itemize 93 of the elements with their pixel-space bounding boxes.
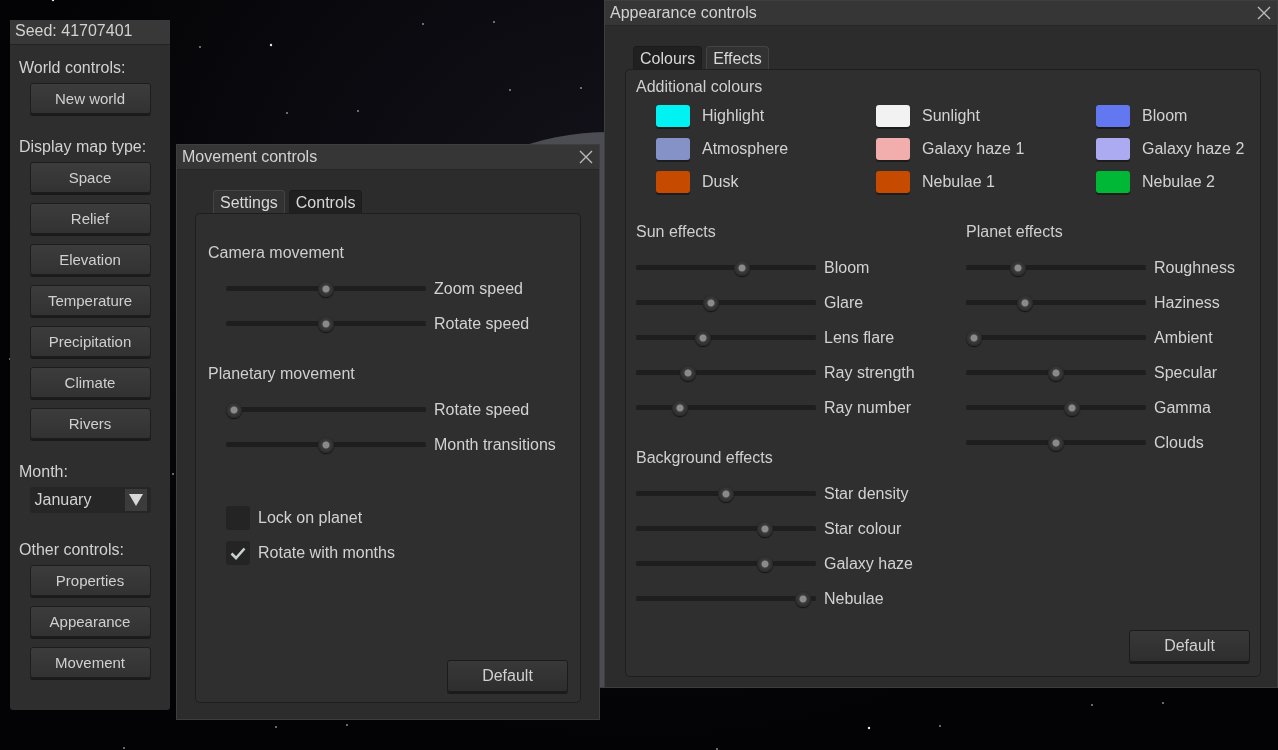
slider-thumb[interactable] bbox=[757, 555, 774, 572]
slider-label: Haziness bbox=[1154, 293, 1220, 312]
slider-thumb[interactable] bbox=[966, 329, 982, 346]
section-label: Display map type: bbox=[18, 138, 148, 156]
slider-thumb[interactable] bbox=[795, 590, 812, 607]
checkbox-label: Lock on planet bbox=[258, 509, 363, 527]
slider-label: Bloom bbox=[824, 258, 870, 277]
colour-label: Nebulae 2 bbox=[1142, 173, 1215, 191]
section-heading: Background effects bbox=[636, 449, 774, 467]
colour-label: Galaxy haze 1 bbox=[922, 140, 1025, 158]
sidebar-button[interactable]: Appearance bbox=[29, 606, 151, 637]
section-heading: Camera movement bbox=[208, 244, 346, 262]
slider-thumb[interactable] bbox=[1048, 364, 1064, 381]
slider-label: Star colour bbox=[824, 519, 902, 538]
checkbox[interactable] bbox=[226, 541, 250, 565]
colour-swatch[interactable] bbox=[876, 105, 910, 127]
slider-label: Clouds bbox=[1154, 433, 1204, 452]
tab[interactable]: Controls bbox=[288, 190, 363, 213]
seed-title: Seed: 41707401 bbox=[10, 20, 170, 45]
slider-thumb[interactable] bbox=[1064, 399, 1081, 416]
slider-label: Nebulae bbox=[824, 589, 884, 608]
tab[interactable]: Settings bbox=[213, 190, 285, 213]
close-icon[interactable] bbox=[579, 150, 593, 164]
slider-thumb[interactable] bbox=[734, 259, 751, 276]
close-icon[interactable] bbox=[1257, 6, 1271, 20]
slider-thumb[interactable] bbox=[318, 315, 334, 332]
colour-label: Bloom bbox=[1142, 107, 1188, 125]
slider-thumb[interactable] bbox=[703, 294, 720, 311]
sidebar-button[interactable]: New world bbox=[29, 83, 151, 114]
colour-swatch[interactable] bbox=[656, 138, 690, 160]
colour-label: Atmosphere bbox=[702, 140, 789, 158]
slider-thumb[interactable] bbox=[680, 364, 697, 381]
sidebar-button[interactable]: Rivers bbox=[29, 408, 151, 439]
colour-swatch[interactable] bbox=[656, 171, 690, 193]
slider-thumb[interactable] bbox=[718, 485, 734, 502]
slider-label: Ambient bbox=[1154, 328, 1213, 347]
window-title: Movement controls bbox=[182, 148, 318, 166]
slider-label: Gamma bbox=[1154, 398, 1211, 417]
default-button[interactable]: Default bbox=[1129, 630, 1250, 662]
tab[interactable]: Colours bbox=[633, 46, 703, 69]
month-dropdown[interactable]: January bbox=[29, 487, 151, 513]
sidebar-button[interactable]: Properties bbox=[29, 565, 151, 596]
slider-label: Ray strength bbox=[824, 363, 915, 382]
slider-thumb[interactable] bbox=[1048, 434, 1064, 451]
slider-thumb[interactable] bbox=[226, 401, 242, 418]
sidebar-button[interactable]: Climate bbox=[29, 367, 151, 398]
colour-swatch[interactable] bbox=[876, 138, 910, 160]
slider-thumb[interactable] bbox=[318, 280, 334, 297]
section-heading: Additional colours bbox=[636, 78, 764, 96]
checkbox-label: Rotate with months bbox=[258, 544, 395, 562]
section-label: Month: bbox=[18, 463, 69, 481]
window-title: Appearance controls bbox=[610, 4, 757, 22]
sidebar-button[interactable]: Movement bbox=[29, 647, 151, 678]
colour-swatch[interactable] bbox=[1096, 171, 1130, 193]
slider-label: Specular bbox=[1154, 363, 1218, 382]
section-heading: Planet effects bbox=[966, 223, 1064, 241]
sidebar-button[interactable]: Temperature bbox=[29, 285, 151, 316]
slider-thumb[interactable] bbox=[672, 399, 689, 416]
colour-label: Galaxy haze 2 bbox=[1142, 140, 1245, 158]
slider-thumb[interactable] bbox=[1010, 259, 1027, 276]
slider-label: Month transitions bbox=[434, 435, 556, 454]
sidebar-button[interactable]: Elevation bbox=[29, 244, 151, 275]
sidebar-button[interactable]: Space bbox=[29, 162, 151, 193]
default-button[interactable]: Default bbox=[447, 660, 568, 692]
tab[interactable]: Effects bbox=[706, 46, 769, 69]
slider-thumb[interactable] bbox=[1016, 294, 1033, 311]
section-label: Other controls: bbox=[18, 541, 125, 559]
colour-label: Sunlight bbox=[922, 107, 980, 125]
section-heading: Planetary movement bbox=[208, 365, 356, 383]
section-heading: Sun effects bbox=[636, 223, 717, 241]
slider-label: Rotate speed bbox=[434, 314, 530, 333]
colour-swatch[interactable] bbox=[656, 105, 690, 127]
section-label: World controls: bbox=[18, 59, 127, 77]
slider-thumb[interactable] bbox=[695, 329, 712, 346]
colour-label: Highlight bbox=[702, 107, 765, 125]
slider-label: Glare bbox=[824, 293, 864, 312]
slider-label: Zoom speed bbox=[434, 279, 523, 298]
slider-label: Lens flare bbox=[824, 328, 895, 347]
slider-label: Rotate speed bbox=[434, 400, 530, 419]
slider-thumb[interactable] bbox=[757, 520, 774, 537]
sidebar-button[interactable]: Precipitation bbox=[29, 326, 151, 357]
colour-swatch[interactable] bbox=[1096, 138, 1130, 160]
slider-label: Ray number bbox=[824, 398, 912, 417]
slider-label: Star density bbox=[824, 484, 909, 503]
colour-label: Nebulae 1 bbox=[922, 173, 995, 191]
colour-label: Dusk bbox=[702, 173, 739, 191]
slider-label: Roughness bbox=[1154, 258, 1235, 277]
colour-swatch[interactable] bbox=[1096, 105, 1130, 127]
sidebar-button[interactable]: Relief bbox=[29, 203, 151, 234]
check-icon bbox=[230, 546, 246, 560]
slider-label: Galaxy haze bbox=[824, 554, 913, 573]
slider-thumb[interactable] bbox=[318, 436, 334, 453]
colour-swatch[interactable] bbox=[876, 171, 910, 193]
